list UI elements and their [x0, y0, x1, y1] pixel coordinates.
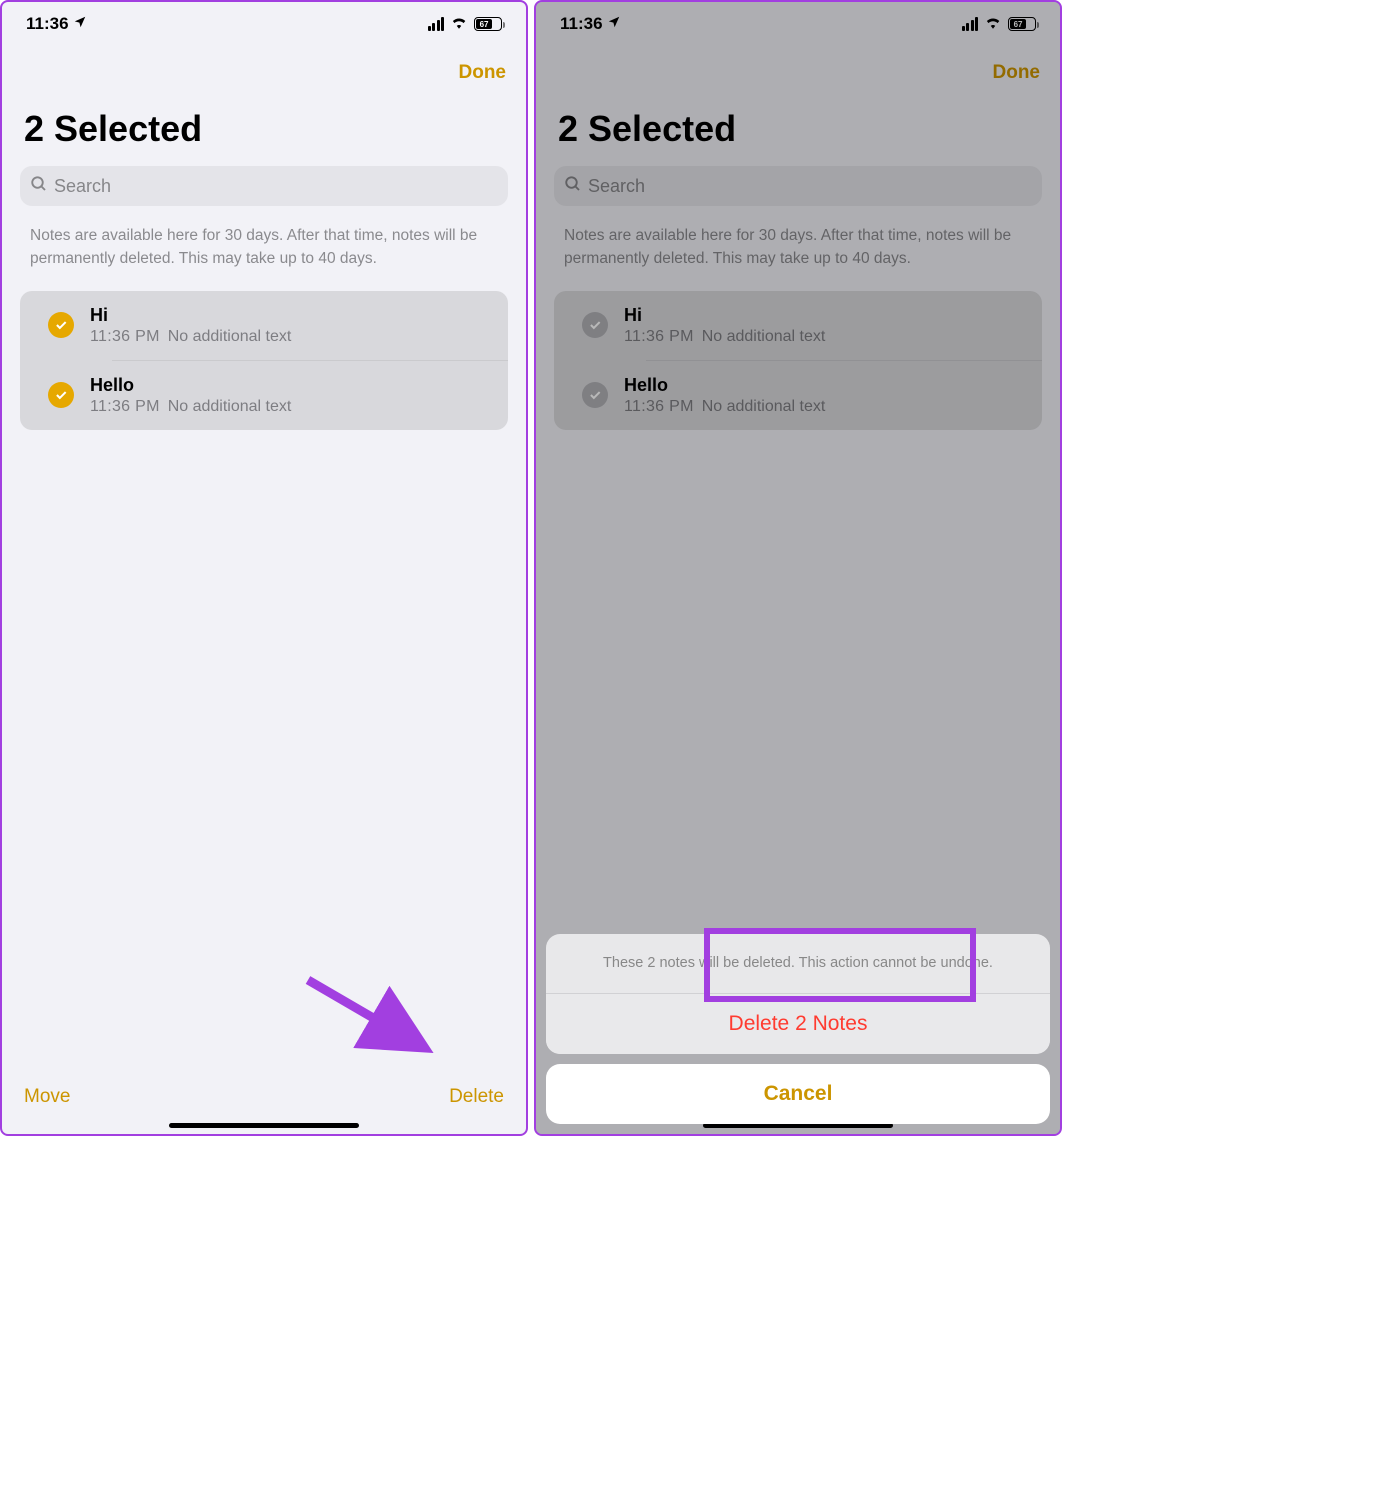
cancel-button[interactable]: Cancel	[546, 1064, 1050, 1124]
folder-info-text: Notes are available here for 30 days. Af…	[2, 206, 526, 285]
battery-icon: 67	[474, 17, 502, 31]
status-bar: 11:36 67	[536, 2, 1060, 46]
location-icon	[607, 15, 621, 33]
bottom-toolbar: Move Delete	[2, 1086, 526, 1114]
status-time: 11:36	[560, 14, 603, 34]
cellular-icon	[962, 17, 979, 31]
search-input[interactable]	[588, 176, 1032, 197]
note-title: Hi	[624, 305, 825, 326]
checkmark-selected-icon[interactable]	[582, 312, 608, 338]
note-row[interactable]: Hi 11:36 PMNo additional text	[554, 291, 1042, 360]
notes-list: Hi 11:36 PMNo additional text Hello 11:3…	[554, 291, 1042, 430]
search-icon	[564, 175, 582, 198]
note-row[interactable]: Hello 11:36 PMNo additional text	[20, 361, 508, 430]
search-icon	[30, 175, 48, 198]
done-button[interactable]: Done	[459, 62, 507, 84]
note-title: Hi	[90, 305, 291, 326]
status-bar: 11:36 67	[2, 2, 526, 46]
note-subtitle: 11:36 PMNo additional text	[624, 328, 825, 346]
checkmark-selected-icon[interactable]	[48, 312, 74, 338]
folder-info-text: Notes are available here for 30 days. Af…	[536, 206, 1060, 285]
note-row[interactable]: Hello 11:36 PMNo additional text	[554, 361, 1042, 430]
action-sheet: These 2 notes will be deleted. This acti…	[546, 934, 1050, 1124]
note-subtitle: 11:36 PMNo additional text	[90, 398, 291, 416]
notes-list: Hi 11:36 PMNo additional text Hello 11:3…	[20, 291, 508, 430]
note-title: Hello	[90, 375, 291, 396]
page-title: 2 Selected	[2, 92, 526, 160]
search-field[interactable]	[20, 166, 508, 206]
checkmark-selected-icon[interactable]	[582, 382, 608, 408]
search-field[interactable]	[554, 166, 1042, 206]
battery-icon: 67	[1008, 17, 1036, 31]
action-sheet-message: These 2 notes will be deleted. This acti…	[546, 934, 1050, 993]
screenshot-right: 11:36 67 Done 2 Selected Notes are avail…	[534, 0, 1062, 1136]
location-icon	[73, 15, 87, 33]
status-time: 11:36	[26, 14, 69, 34]
wifi-icon	[450, 14, 468, 34]
note-row[interactable]: Hi 11:36 PMNo additional text	[20, 291, 508, 360]
delete-button[interactable]: Delete	[449, 1086, 504, 1108]
note-subtitle: 11:36 PMNo additional text	[624, 398, 825, 416]
checkmark-selected-icon[interactable]	[48, 382, 74, 408]
annotation-arrow	[308, 980, 438, 1060]
home-indicator	[169, 1123, 359, 1128]
search-input[interactable]	[54, 176, 498, 197]
page-title: 2 Selected	[536, 92, 1060, 160]
navbar: Done	[2, 46, 526, 92]
wifi-icon	[984, 14, 1002, 34]
navbar: Done	[536, 46, 1060, 92]
delete-notes-button[interactable]: Delete 2 Notes	[546, 993, 1050, 1054]
note-title: Hello	[624, 375, 825, 396]
done-button[interactable]: Done	[993, 62, 1041, 84]
cellular-icon	[428, 17, 445, 31]
screenshot-left: 11:36 67 Done 2 Selected Notes are avail…	[0, 0, 528, 1136]
move-button[interactable]: Move	[24, 1086, 70, 1108]
note-subtitle: 11:36 PMNo additional text	[90, 328, 291, 346]
